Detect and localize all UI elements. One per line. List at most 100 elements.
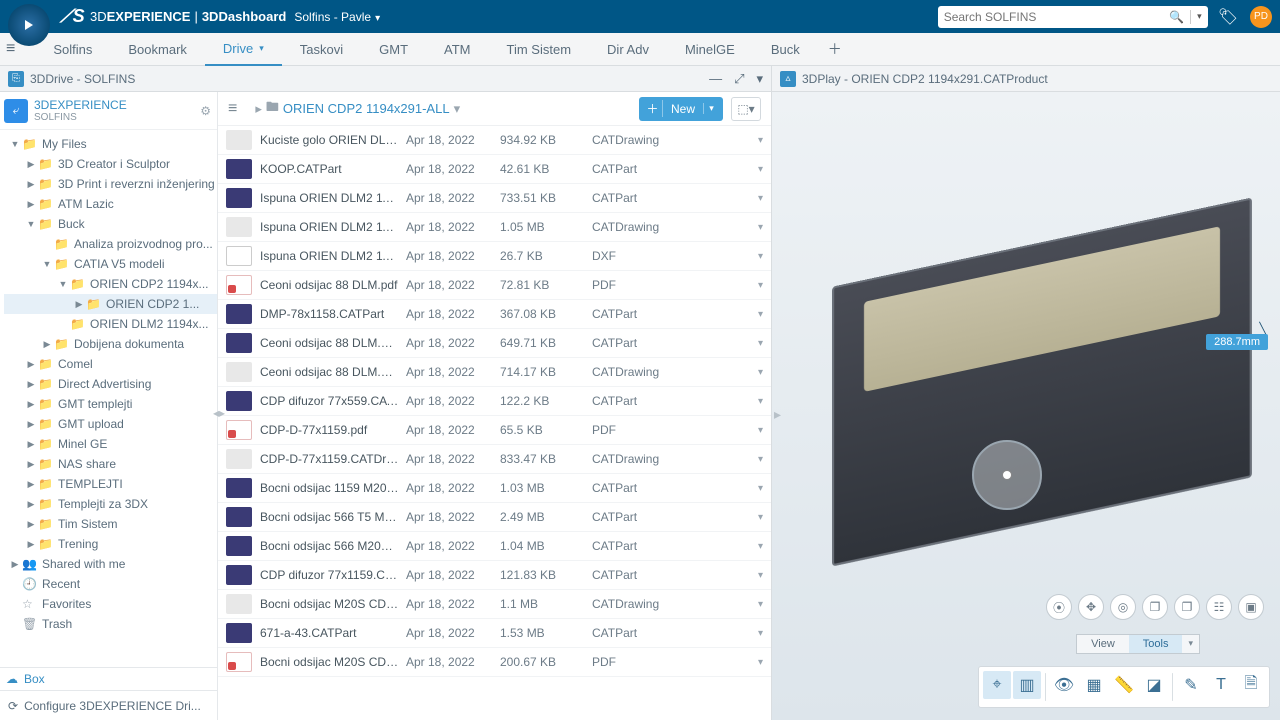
add-tab-button[interactable]: ＋	[828, 39, 842, 59]
twisty-icon[interactable]: ▶	[26, 359, 36, 370]
tree-item[interactable]: ▶📁NAS share	[4, 454, 217, 474]
tree-item[interactable]: ▶📁3D Creator i Sculptor	[4, 154, 217, 174]
twisty-icon[interactable]: ▶	[26, 519, 36, 530]
panel-menu-icon[interactable]: ▾	[756, 71, 763, 87]
row-menu-icon[interactable]: ▾	[758, 251, 763, 262]
tab-drive[interactable]: Drive▾	[205, 33, 282, 66]
row-menu-icon[interactable]: ▾	[758, 454, 763, 465]
row-menu-icon[interactable]: ▾	[758, 570, 763, 581]
chevron-down-icon[interactable]: ▾	[454, 101, 461, 117]
tree-item[interactable]: ▼📁My Files	[4, 134, 217, 154]
tool-text-icon[interactable]: T	[1207, 671, 1235, 699]
row-menu-icon[interactable]: ▾	[758, 309, 763, 320]
row-menu-icon[interactable]: ▾	[758, 512, 763, 523]
workspace-selector[interactable]: Solfins - Pavle▾	[294, 10, 380, 24]
tree-item[interactable]: ▶📁ORIEN CDP2 1...	[4, 294, 217, 314]
file-row[interactable]: Ceoni odsijac 88 DLM.CA...Apr 18, 202271…	[218, 358, 771, 387]
tree-item[interactable]: ▶📁3D Print i reverzni inženjering	[4, 174, 217, 194]
file-row[interactable]: Bocni odsijac 1159 M20S...Apr 18, 20221.…	[218, 474, 771, 503]
file-row[interactable]: Bocni odsijac 566 T5 M4...Apr 18, 20222.…	[218, 503, 771, 532]
expand-handle-icon[interactable]: ▸	[774, 406, 781, 423]
tab-tim sistem[interactable]: Tim Sistem	[489, 33, 590, 66]
row-menu-icon[interactable]: ▾	[758, 164, 763, 175]
twisty-icon[interactable]: ▶	[26, 539, 36, 550]
twisty-icon[interactable]: ▼	[10, 139, 20, 149]
tree-item[interactable]: ▼📁CATIA V5 modeli	[4, 254, 217, 274]
tab-minelge[interactable]: MinelGE	[667, 33, 753, 66]
twisty-icon[interactable]: ▼	[42, 259, 52, 269]
new-button[interactable]: ＋ New ▾	[639, 97, 723, 121]
search-icon[interactable]: 🔍	[1169, 10, 1184, 24]
tool-note-icon[interactable]: 🗎	[1237, 671, 1265, 699]
split-handle-icon[interactable]: ◂▸	[213, 406, 225, 420]
row-menu-icon[interactable]: ▾	[758, 396, 763, 407]
chevron-down-icon[interactable]: ▾	[703, 103, 719, 114]
search-chevron-icon[interactable]: ▾	[1197, 11, 1202, 22]
tree-item[interactable]: ▶📁TEMPLEJTI	[4, 474, 217, 494]
file-row[interactable]: Ceoni odsijac 88 DLM.pdfApr 18, 202272.8…	[218, 271, 771, 300]
normal-view-icon[interactable]: ◎	[1110, 594, 1136, 620]
selection-mode-button[interactable]: ⬚▾	[731, 97, 761, 121]
annotate-icon[interactable]: ☷	[1206, 594, 1232, 620]
tree-item[interactable]: ▶📁GMT upload	[4, 414, 217, 434]
twisty-icon[interactable]: ▶	[42, 339, 52, 350]
twisty-icon[interactable]: ▶	[26, 399, 36, 410]
user-avatar[interactable]: PD	[1250, 6, 1272, 28]
file-row[interactable]: Ceoni odsijac 88 DLM.CA...Apr 18, 202264…	[218, 329, 771, 358]
tool-measure-icon[interactable]: 📏	[1110, 671, 1138, 699]
tool-box-icon[interactable]: ▥	[1013, 671, 1041, 699]
twisty-icon[interactable]: ▶	[26, 439, 36, 450]
layers-icon[interactable]: ❐	[1142, 594, 1168, 620]
breadcrumb[interactable]: ▸ 🖿 ORIEN CDP2 1194x291-ALL ▾	[251, 98, 464, 120]
twisty-icon[interactable]: ▶	[26, 459, 36, 470]
row-menu-icon[interactable]: ▾	[758, 425, 763, 436]
file-row[interactable]: Ispuna ORIEN DLM2 119...Apr 18, 202226.7…	[218, 242, 771, 271]
twisty-icon[interactable]: ▶	[26, 199, 36, 210]
file-row[interactable]: 671-a-43.CATPartApr 18, 20221.53 MBCATPa…	[218, 619, 771, 648]
tree-item[interactable]: 📁Analiza proizvodnog pro...	[4, 234, 217, 254]
twisty-icon[interactable]: ▶	[74, 299, 84, 310]
tree-item[interactable]: ☆Favorites	[4, 594, 217, 614]
layers2-icon[interactable]: ❐	[1174, 594, 1200, 620]
tab-tools[interactable]: Tools	[1129, 635, 1183, 653]
row-menu-icon[interactable]: ▾	[758, 541, 763, 552]
menu-icon[interactable]: ≡	[6, 40, 15, 58]
twisty-icon[interactable]: ▶	[26, 159, 36, 170]
3d-model[interactable]	[832, 197, 1252, 566]
tool-select-icon[interactable]: ⌖	[983, 671, 1011, 699]
twisty-icon[interactable]: ▼	[58, 279, 68, 289]
search-input[interactable]	[944, 10, 1170, 24]
twisty-icon[interactable]: ▶	[26, 479, 36, 490]
file-row[interactable]: Ispuna ORIEN DLM2 119...Apr 18, 2022733.…	[218, 184, 771, 213]
file-row[interactable]: Bocni odsijac M20S CDP ...Apr 18, 202220…	[218, 648, 771, 677]
fit-view-icon[interactable]: ✥	[1078, 594, 1104, 620]
tree-item[interactable]: ▶📁ATM Lazic	[4, 194, 217, 214]
row-menu-icon[interactable]: ▾	[758, 367, 763, 378]
twisty-icon[interactable]: ▶	[10, 559, 20, 570]
chevron-down-icon[interactable]: ▾	[1182, 635, 1199, 653]
tree-item[interactable]: ▶📁Templejti za 3DX	[4, 494, 217, 514]
twisty-icon[interactable]: ▶	[26, 419, 36, 430]
tree-item[interactable]: ▶📁Dobijena dokumenta	[4, 334, 217, 354]
row-menu-icon[interactable]: ▾	[758, 193, 763, 204]
gear-icon[interactable]: ⚙	[200, 104, 211, 118]
tab-view[interactable]: View	[1077, 635, 1129, 653]
tool-visibility-icon[interactable]: 👁	[1050, 671, 1078, 699]
file-row[interactable]: Kuciste golo ORIEN DLM...Apr 18, 2022934…	[218, 126, 771, 155]
row-menu-icon[interactable]: ▾	[758, 657, 763, 668]
row-menu-icon[interactable]: ▾	[758, 135, 763, 146]
box-link[interactable]: ☁ Box	[0, 668, 217, 690]
tool-section-icon[interactable]: ◪	[1140, 671, 1168, 699]
tab-atm[interactable]: ATM	[426, 33, 488, 66]
file-row[interactable]: KOOP.CATPartApr 18, 202242.61 KBCATPart▾	[218, 155, 771, 184]
tree-item[interactable]: 📁ORIEN DLM2 1194x...	[4, 314, 217, 334]
tree-item[interactable]: ▶📁Comel	[4, 354, 217, 374]
tool-grid-icon[interactable]: ▦	[1080, 671, 1108, 699]
file-row[interactable]: CDP difuzor 77x1159.CA...Apr 18, 2022121…	[218, 561, 771, 590]
configure-drive-button[interactable]: ⟳ Configure 3DEXPERIENCE Dri...	[0, 690, 217, 720]
home-view-icon[interactable]: ⦿	[1046, 594, 1072, 620]
tree-item[interactable]: 🗑Trash	[4, 614, 217, 634]
row-menu-icon[interactable]: ▾	[758, 280, 763, 291]
file-row[interactable]: Ispuna ORIEN DLM2 119...Apr 18, 20221.05…	[218, 213, 771, 242]
twisty-icon[interactable]: ▶	[26, 179, 36, 190]
